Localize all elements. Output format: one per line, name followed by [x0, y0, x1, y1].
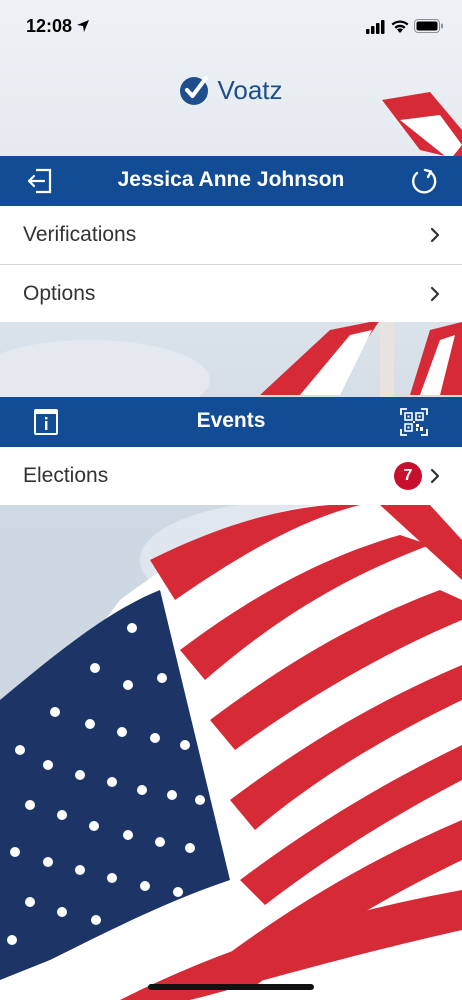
events-menu: Elections 7	[0, 447, 462, 505]
options-row[interactable]: Options	[0, 264, 462, 322]
chevron-right-icon	[430, 227, 440, 243]
wifi-icon	[391, 20, 409, 33]
app-logo: Voatz	[0, 72, 462, 108]
options-label: Options	[23, 281, 96, 305]
cellular-signal-icon	[366, 20, 385, 34]
elections-label: Elections	[23, 464, 109, 487]
status-time: 12:08	[26, 16, 73, 36]
events-title: Events	[196, 409, 266, 432]
voatz-check-logo-icon	[180, 76, 209, 105]
account-menu: Verifications Options	[0, 206, 462, 322]
elections-count-badge: 7	[394, 462, 422, 490]
events-header: Events	[0, 397, 462, 447]
user-header: Jessica Anne Johnson	[0, 156, 462, 206]
qr-code-icon[interactable]	[400, 408, 428, 436]
elections-row[interactable]: Elections 7	[0, 447, 462, 505]
location-arrow-icon	[77, 20, 89, 32]
verifications-row[interactable]: Verifications	[0, 206, 462, 264]
verifications-label: Verifications	[23, 223, 137, 246]
user-name-title: Jessica Anne Johnson	[117, 168, 345, 191]
chevron-right-icon	[430, 286, 440, 302]
home-indicator[interactable]	[148, 984, 314, 990]
battery-icon	[414, 19, 443, 33]
status-bar: 12:08	[0, 0, 462, 56]
refresh-icon[interactable]	[408, 165, 440, 197]
chevron-right-icon	[430, 468, 440, 484]
logo-text: Voatz	[217, 74, 283, 105]
